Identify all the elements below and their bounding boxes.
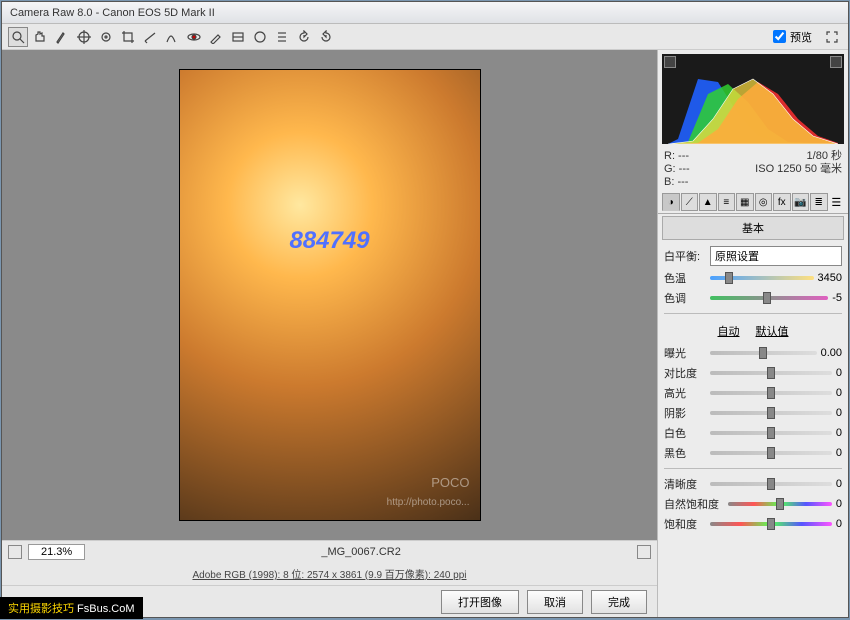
radial-filter-icon[interactable] — [250, 27, 270, 47]
whites-value[interactable]: 0 — [836, 427, 842, 439]
fullscreen-icon[interactable] — [822, 27, 842, 47]
tab-curve[interactable]: ⟋ — [681, 193, 699, 211]
shadows-value[interactable]: 0 — [836, 407, 842, 419]
temp-value[interactable]: 3450 — [818, 272, 842, 284]
auto-link[interactable]: 自动 — [718, 323, 740, 339]
tab-preset[interactable]: ≣ — [810, 193, 828, 211]
vibrance-slider[interactable] — [728, 497, 832, 511]
highlights-value[interactable]: 0 — [836, 387, 842, 399]
watermark-url: http://photo.poco... — [387, 497, 470, 508]
tab-fx[interactable]: fx — [773, 193, 791, 211]
default-link[interactable]: 默认值 — [756, 323, 789, 339]
panel-tabs: ◑ ⟋ ▲ ≡ ▦ ◎ fx 📷 ≣ ☰ — [658, 192, 848, 214]
temp-label: 色温 — [664, 270, 706, 286]
blacks-label: 黑色 — [664, 445, 706, 461]
tab-basic[interactable]: ◑ — [662, 193, 680, 211]
contrast-slider[interactable] — [710, 366, 832, 380]
crop-tool-icon[interactable] — [118, 27, 138, 47]
exposure-slider[interactable] — [710, 346, 817, 360]
rotate-cw-icon[interactable] — [316, 27, 336, 47]
preview-checkbox[interactable] — [773, 30, 786, 43]
right-panel: R: ---G: ---B: --- 1/80 秒ISO 1250 50 毫米 … — [658, 50, 848, 617]
preview-label: 预览 — [790, 29, 812, 45]
tab-detail[interactable]: ▲ — [699, 193, 717, 211]
cancel-button[interactable]: 取消 — [527, 590, 583, 614]
whites-label: 白色 — [664, 425, 706, 441]
panel-title: 基本 — [662, 216, 844, 240]
straighten-tool-icon[interactable] — [140, 27, 160, 47]
tint-label: 色调 — [664, 290, 706, 306]
tint-slider[interactable] — [710, 291, 828, 305]
tab-cal[interactable]: 📷 — [792, 193, 810, 211]
vibrance-label: 自然饱和度 — [664, 496, 724, 512]
shadows-label: 阴影 — [664, 405, 706, 421]
window-title: Camera Raw 8.0 - Canon EOS 5D Mark II — [10, 7, 215, 19]
rotate-ccw-icon[interactable] — [294, 27, 314, 47]
status-bar: 21.3% _MG_0067.CR2 — [2, 540, 657, 562]
shadows-slider[interactable] — [710, 406, 832, 420]
panel-menu-icon[interactable]: ☰ — [829, 194, 845, 210]
contrast-label: 对比度 — [664, 365, 706, 381]
wb-select[interactable]: 原照设置 — [710, 246, 842, 266]
highlight-clip-icon[interactable] — [830, 56, 842, 68]
filename-label: _MG_0067.CR2 — [91, 546, 631, 558]
grad-filter-icon[interactable] — [228, 27, 248, 47]
saturation-slider[interactable] — [710, 517, 832, 531]
exposure-label: 曝光 — [664, 345, 706, 361]
zoom-select[interactable]: 21.3% — [28, 544, 85, 560]
highlights-slider[interactable] — [710, 386, 832, 400]
whites-slider[interactable] — [710, 426, 832, 440]
tab-hsl[interactable]: ≡ — [718, 193, 736, 211]
toolbar: 预览 — [2, 24, 848, 50]
redeye-tool-icon[interactable] — [184, 27, 204, 47]
clarity-value[interactable]: 0 — [836, 478, 842, 490]
blacks-slider[interactable] — [710, 446, 832, 460]
highlights-label: 高光 — [664, 385, 706, 401]
sampler-tool-icon[interactable] — [74, 27, 94, 47]
saturation-value[interactable]: 0 — [836, 518, 842, 530]
wb-tool-icon[interactable] — [52, 27, 72, 47]
tab-lens[interactable]: ◎ — [755, 193, 773, 211]
open-image-button[interactable]: 打开图像 — [441, 590, 519, 614]
clarity-label: 清晰度 — [664, 476, 706, 492]
contrast-value[interactable]: 0 — [836, 367, 842, 379]
blacks-value[interactable]: 0 — [836, 447, 842, 459]
tint-value[interactable]: -5 — [832, 292, 842, 304]
hand-tool-icon[interactable] — [30, 27, 50, 47]
temp-slider[interactable] — [710, 271, 814, 285]
watermark: POCO — [431, 475, 469, 490]
saturation-label: 饱和度 — [664, 516, 706, 532]
trash-icon[interactable] — [637, 545, 651, 559]
workflow-link[interactable]: Adobe RGB (1998): 8 位: 2574 x 3861 (9.9 … — [2, 562, 657, 585]
spot-tool-icon[interactable] — [162, 27, 182, 47]
vibrance-value[interactable]: 0 — [836, 498, 842, 510]
clarity-slider[interactable] — [710, 477, 832, 491]
prefs-icon[interactable] — [272, 27, 292, 47]
done-button[interactable]: 完成 — [591, 590, 647, 614]
adjust-brush-icon[interactable] — [206, 27, 226, 47]
wb-label: 白平衡: — [664, 248, 706, 264]
tab-split[interactable]: ▦ — [736, 193, 754, 211]
histogram[interactable] — [662, 54, 844, 144]
target-tool-icon[interactable] — [96, 27, 116, 47]
fsbus-watermark: 实用摄影技巧 FsBus.CoM — [0, 597, 143, 619]
shadow-clip-icon[interactable] — [664, 56, 676, 68]
zoom-tool-icon[interactable] — [8, 27, 28, 47]
image-canvas[interactable]: POCO http://photo.poco... — [2, 50, 657, 540]
preview-image: POCO http://photo.poco... — [180, 70, 480, 520]
zoom-fit-icon[interactable] — [8, 545, 22, 559]
titlebar: Camera Raw 8.0 - Canon EOS 5D Mark II — [2, 2, 848, 24]
rgb-readout: R: ---G: ---B: --- 1/80 秒ISO 1250 50 毫米 — [658, 148, 848, 192]
exposure-value[interactable]: 0.00 — [821, 347, 842, 359]
